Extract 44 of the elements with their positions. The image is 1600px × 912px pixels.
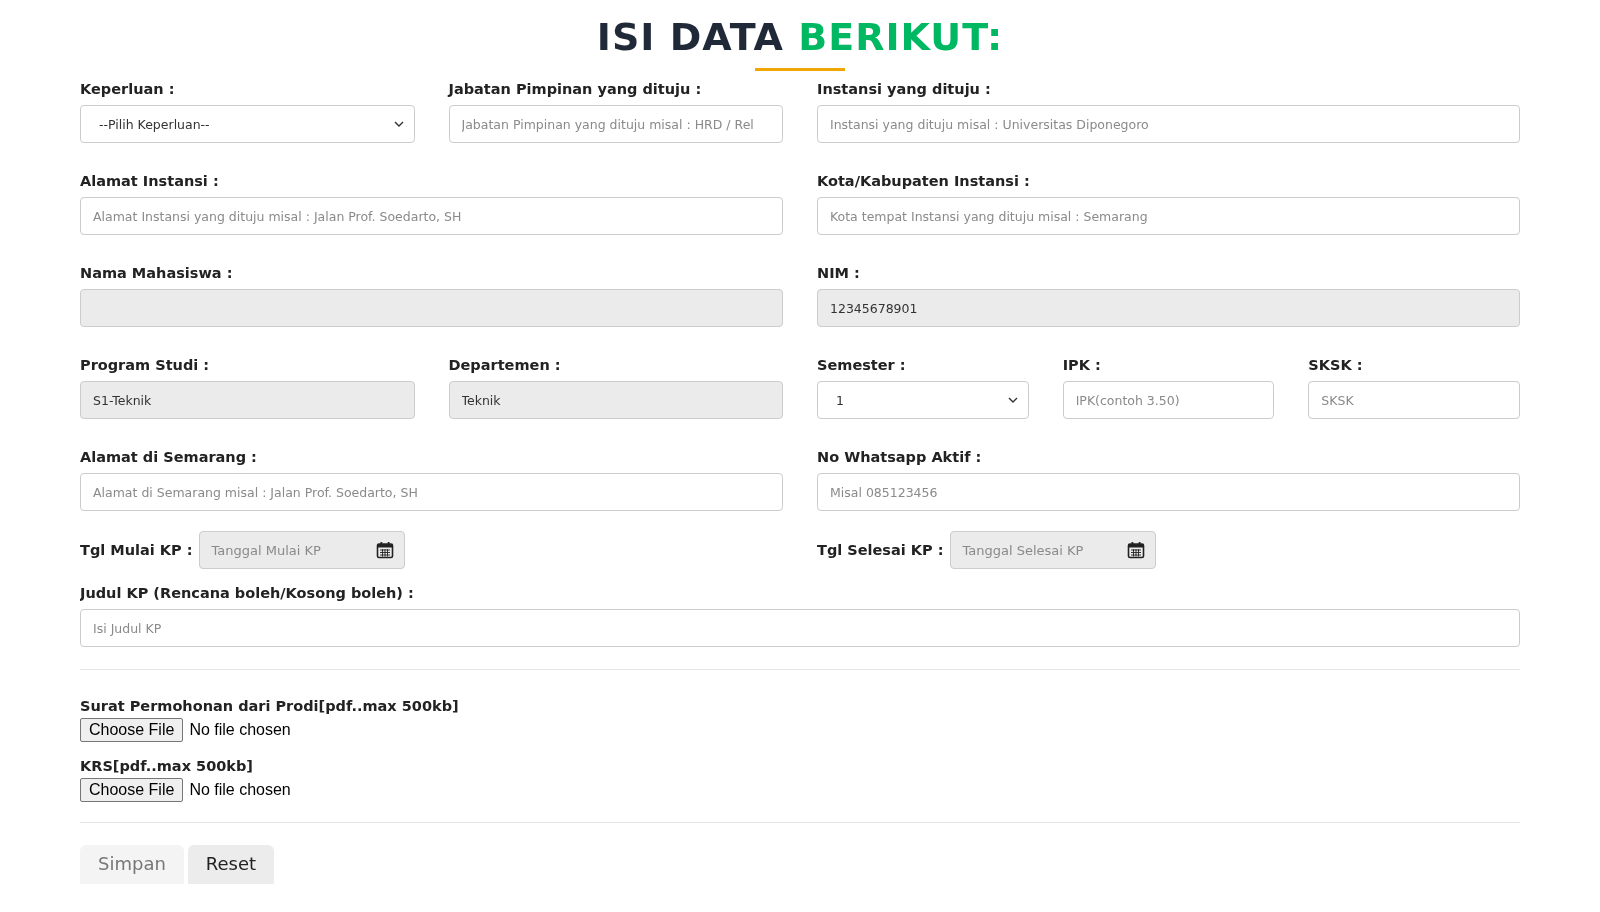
input-field[interactable]: Jabatan Pimpinan yang dituju misal : HRD / Rel [448, 105, 783, 143]
input-field[interactable]: Kota tempat Instansi yang dituju misal : Semarang [817, 197, 1520, 235]
choose-file-button[interactable]: Choose File [80, 718, 184, 742]
field-label: SKSK : [1308, 356, 1364, 375]
input-field[interactable]: Alamat Instansi yang dituju misal : Jalan Prof. Soedarto, SH [80, 197, 783, 235]
calendar-icon [1126, 541, 1145, 559]
calendar-icon [375, 541, 394, 559]
input-field[interactable]: S1-Teknik [80, 381, 415, 419]
form-button[interactable]: Reset [187, 845, 275, 884]
input-field[interactable]: Instansi yang dituju misal : Universitas Diponegoro [817, 105, 1520, 143]
input-field[interactable]: 12345678901 [817, 289, 1520, 327]
input-field[interactable]: Alamat di Semarang misal : Jalan Prof. Soedarto, SH [80, 473, 783, 511]
input-field[interactable]: Misal 085123456 [817, 473, 1520, 511]
file-status: No file chosen [189, 721, 291, 739]
field-label: Instansi yang dituju : [817, 80, 992, 99]
dropdown[interactable]: --Pilih Keperluan-- [80, 105, 415, 143]
field-label: Semester : [817, 356, 907, 375]
field-label: Departemen : [448, 356, 562, 375]
field-label: Jabatan Pimpinan yang dituju : [448, 80, 703, 99]
field-label: NIM : [817, 264, 861, 283]
file-status: No file chosen [189, 781, 291, 799]
field-label: Judul KP (Rencana boleh/Kosong boleh) : [80, 584, 415, 603]
field-label: Keperluan : [80, 80, 176, 99]
field-label: Tgl Mulai KP : [80, 541, 193, 560]
page-title: ISI DATA BERIKUT: [595, 14, 1005, 60]
field-label: Tgl Selesai KP : [817, 541, 944, 560]
field-label: Program Studi : [80, 356, 211, 375]
chevron-down-icon [393, 121, 404, 127]
input-field[interactable]: Isi Judul KP [80, 609, 1520, 647]
field-label: Alamat Instansi : [80, 172, 220, 191]
dropdown[interactable]: 1 [817, 381, 1029, 419]
field-label: IPK : [1062, 356, 1102, 375]
field-label: Nama Mahasiswa : [80, 264, 234, 283]
field-label: Kota/Kabupaten Instansi : [817, 172, 1031, 191]
input-field[interactable] [80, 289, 783, 327]
input-field[interactable]: IPK(contoh 3.50) [1062, 381, 1275, 419]
field-label: Surat Permohonan dari Prodi[pdf..max 500kb] [80, 697, 460, 716]
input-field[interactable]: SKSK [1308, 381, 1520, 419]
input-field[interactable]: Teknik [448, 381, 783, 419]
field-label: Alamat di Semarang : [80, 448, 258, 467]
field-label: No Whatsapp Aktif : [817, 448, 983, 467]
choose-file-button[interactable]: Choose File [80, 778, 184, 802]
chevron-down-icon [1007, 397, 1018, 403]
field-label: KRS[pdf..max 500kb] [80, 757, 254, 776]
